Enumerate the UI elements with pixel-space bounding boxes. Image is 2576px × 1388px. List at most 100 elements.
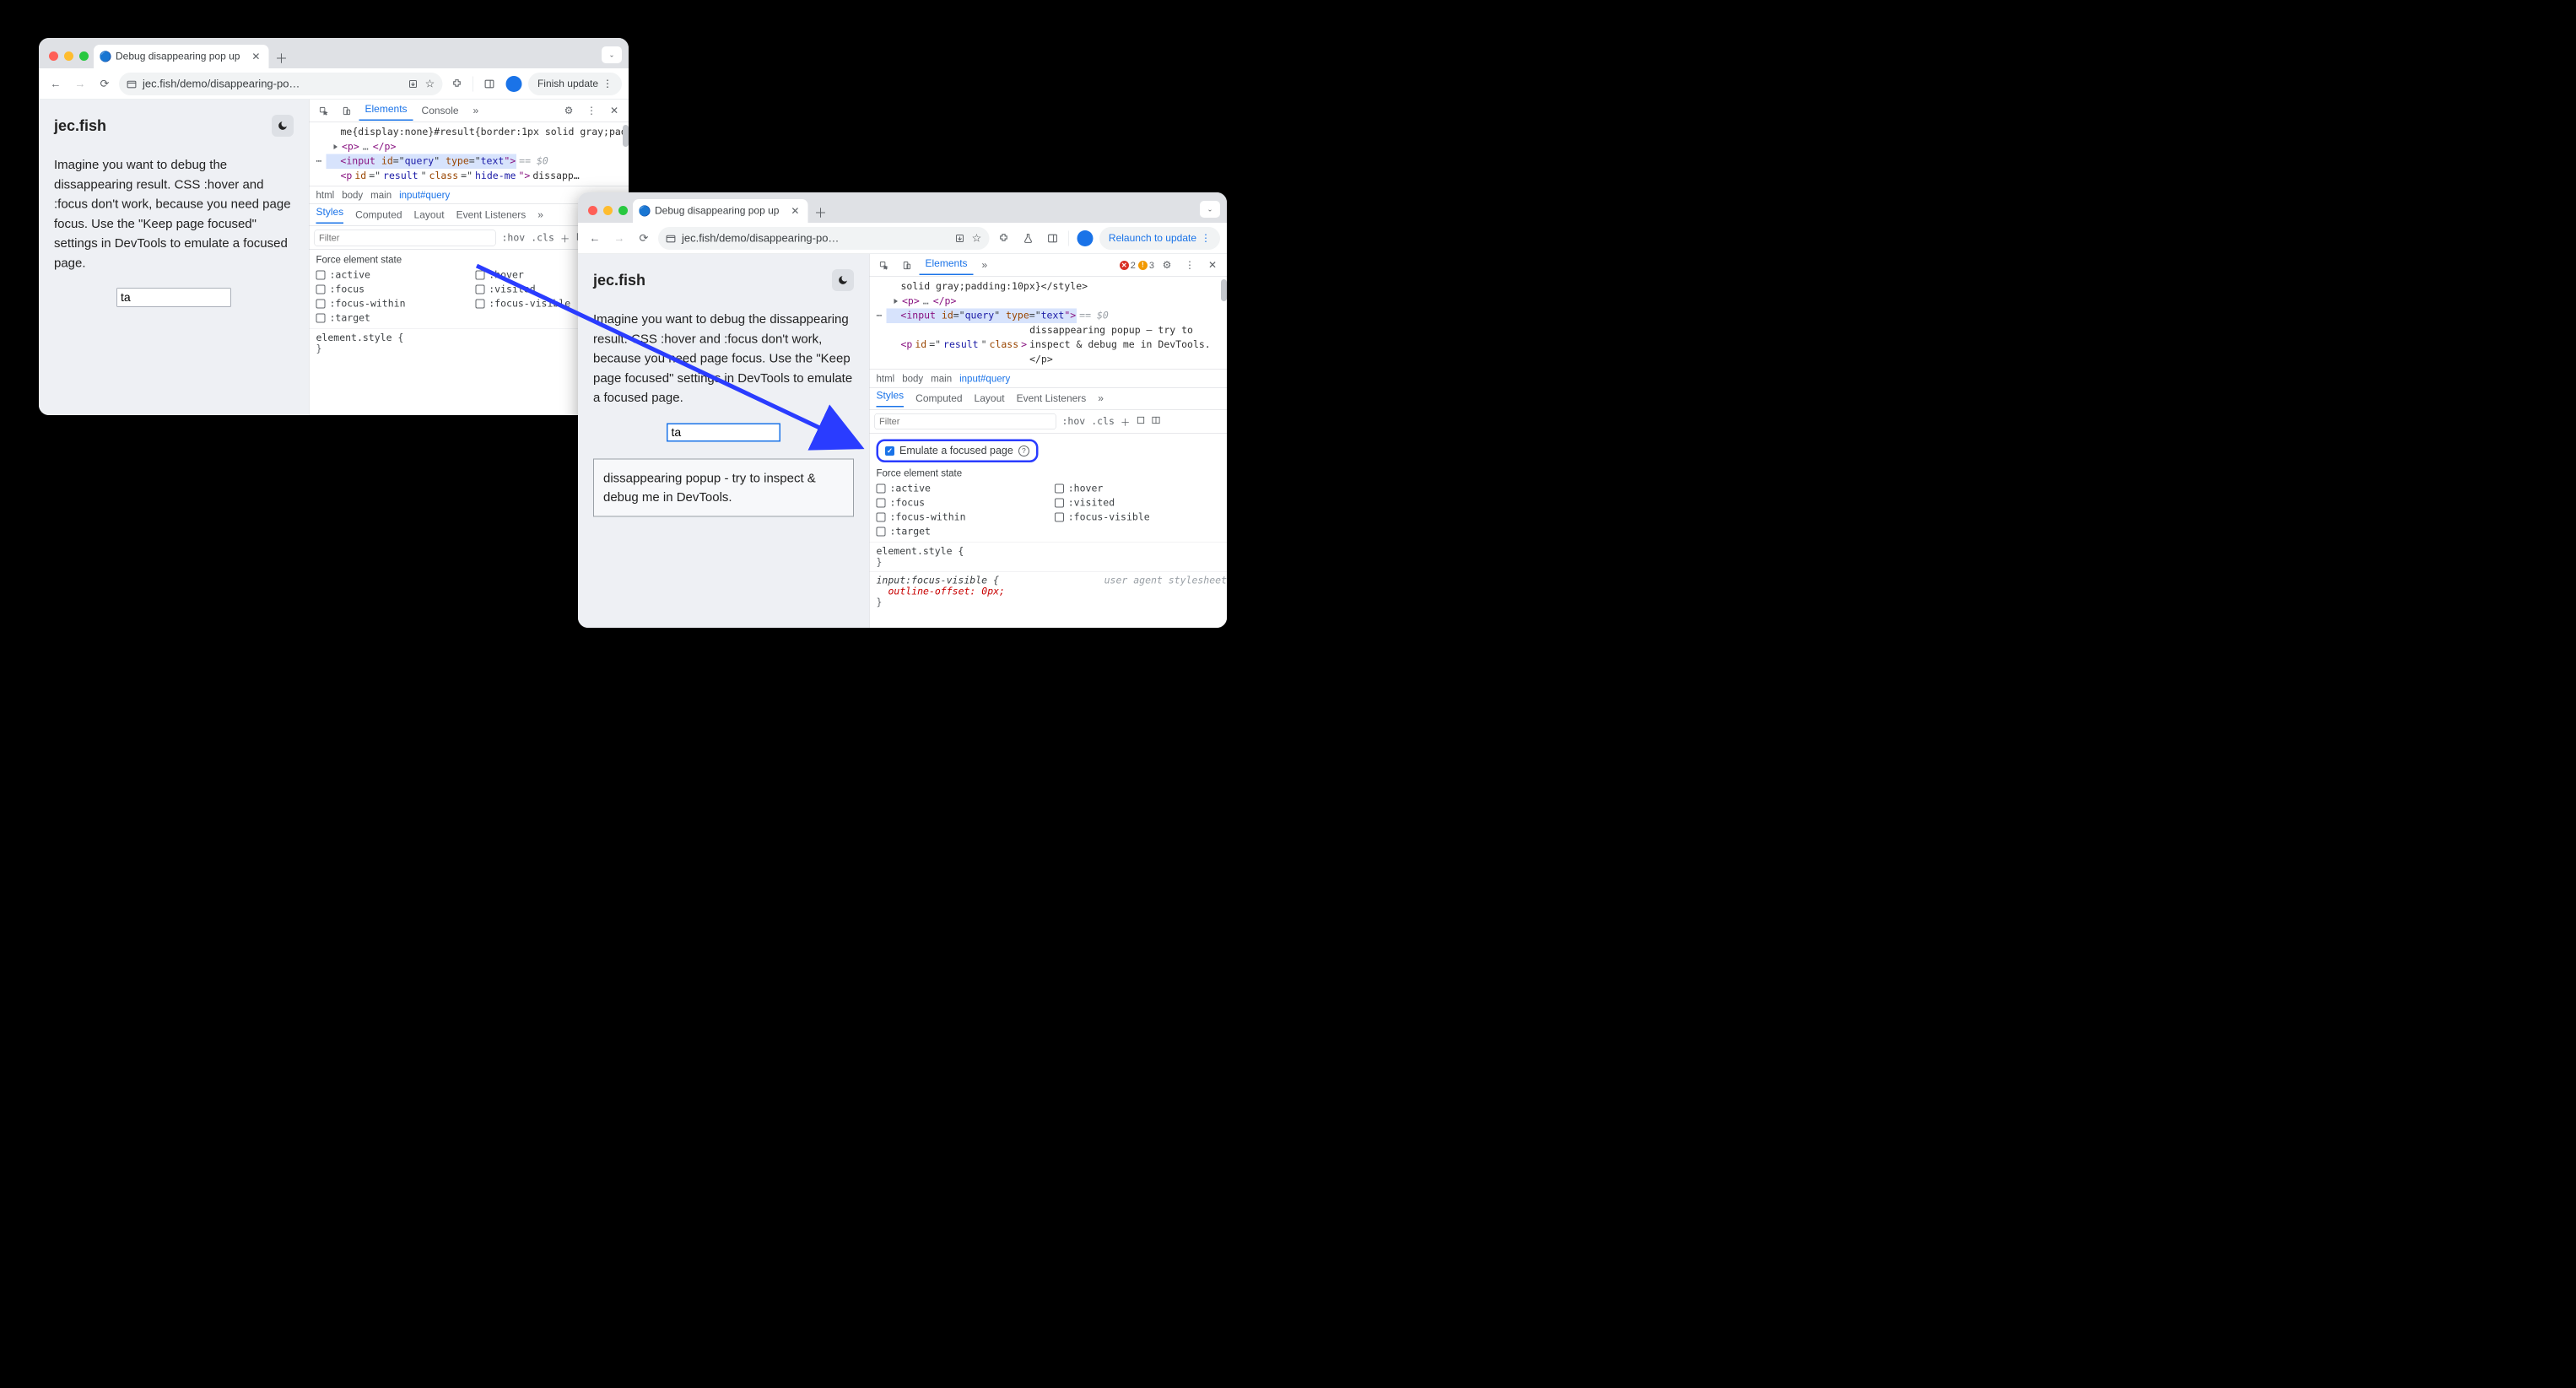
cls-toggle[interactable]: .cls xyxy=(531,232,554,243)
checkbox-icon[interactable] xyxy=(316,314,326,323)
subtab-styles[interactable]: Styles xyxy=(877,390,905,408)
minimize-window-icon[interactable] xyxy=(603,206,613,215)
subtab-more-icon[interactable]: » xyxy=(1098,392,1104,404)
close-tab-icon[interactable]: ✕ xyxy=(250,51,262,62)
dom-line[interactable]: <p id="result" class>dissappearing popup… xyxy=(876,323,1222,367)
style-rule-element[interactable]: element.style { } xyxy=(870,543,1228,572)
close-devtools-icon[interactable]: ✕ xyxy=(604,100,624,121)
error-badge[interactable]: ✕2 xyxy=(1120,260,1136,271)
style-rule-ua[interactable]: user agent stylesheet input:focus-visibl… xyxy=(870,571,1228,612)
scrollbar-thumb[interactable] xyxy=(623,125,629,147)
inspect-icon[interactable] xyxy=(874,255,894,275)
new-rule-icon[interactable]: ＋ xyxy=(560,230,570,245)
crumb-current[interactable]: input#query xyxy=(959,373,1010,385)
state-active[interactable]: :active xyxy=(877,483,1042,494)
computed-toggle-icon[interactable] xyxy=(1136,415,1145,427)
bookmark-icon[interactable]: ☆ xyxy=(970,232,982,244)
state-focus[interactable]: :focus xyxy=(316,284,463,295)
device-icon[interactable] xyxy=(897,255,917,275)
forward-button[interactable]: → xyxy=(70,73,90,94)
dom-tree[interactable]: solid gray;padding:10px}</style> <p> … <… xyxy=(870,277,1228,370)
state-active[interactable]: :active xyxy=(316,270,463,281)
state-visited[interactable]: :visited xyxy=(1055,498,1220,509)
update-chip[interactable]: Relaunch to update ⋮ xyxy=(1099,227,1220,250)
close-tab-icon[interactable]: ✕ xyxy=(789,205,801,217)
styles-filter-input[interactable] xyxy=(315,230,496,246)
subtab-styles[interactable]: Styles xyxy=(316,207,344,224)
reload-button[interactable]: ⟳ xyxy=(95,73,115,94)
tab-console[interactable]: Console xyxy=(416,102,465,119)
install-app-icon[interactable] xyxy=(953,232,965,244)
crumb[interactable]: main xyxy=(370,189,392,201)
query-input[interactable] xyxy=(667,423,780,441)
labs-icon[interactable] xyxy=(1018,228,1038,248)
subtab-layout[interactable]: Layout xyxy=(975,392,1005,404)
new-tab-button[interactable]: ＋ xyxy=(270,46,292,68)
profile-icon[interactable] xyxy=(504,73,524,94)
query-input[interactable] xyxy=(117,289,231,307)
styles-filter-input[interactable] xyxy=(875,413,1056,429)
reload-button[interactable]: ⟳ xyxy=(634,228,654,248)
checkbox-checked-icon[interactable] xyxy=(885,446,894,456)
back-button[interactable]: ← xyxy=(46,73,66,94)
tab-list-button[interactable]: ⌄ xyxy=(602,46,622,63)
checkbox-icon[interactable] xyxy=(1055,513,1064,522)
disclosure-triangle-icon[interactable] xyxy=(894,299,899,304)
kebab-icon[interactable]: ⋮ xyxy=(1180,255,1200,275)
checkbox-icon[interactable] xyxy=(475,300,484,309)
warning-badge[interactable]: !3 xyxy=(1138,260,1154,271)
state-focus-within[interactable]: :focus-within xyxy=(316,299,463,310)
dom-line[interactable]: <p id="result" class="hide-me">dissapp… xyxy=(316,169,624,183)
checkbox-icon[interactable] xyxy=(877,527,886,537)
crumb[interactable]: body xyxy=(342,189,363,201)
bookmark-icon[interactable]: ☆ xyxy=(424,78,435,89)
address-bar[interactable]: jec.fish/demo/disappearing-po… ☆ xyxy=(119,73,442,95)
checkbox-icon[interactable] xyxy=(877,499,886,508)
maximize-window-icon[interactable] xyxy=(618,206,628,215)
dom-line[interactable]: <p> … </p> xyxy=(316,139,624,154)
kebab-icon[interactable]: ⋮ xyxy=(581,100,602,121)
subtab-more-icon[interactable]: » xyxy=(537,209,543,221)
sidepanel-icon[interactable] xyxy=(479,73,500,94)
state-focus-within[interactable]: :focus-within xyxy=(877,512,1042,523)
checkbox-icon[interactable] xyxy=(877,513,886,522)
update-chip[interactable]: Finish update ⋮ xyxy=(528,73,622,95)
close-window-icon[interactable] xyxy=(49,51,58,61)
tab-list-button[interactable]: ⌄ xyxy=(1200,201,1220,218)
emulate-focused-page-option[interactable]: Emulate a focused page ? xyxy=(877,440,1039,463)
site-info-icon[interactable] xyxy=(665,232,677,244)
extensions-icon[interactable] xyxy=(446,73,467,94)
extensions-icon[interactable] xyxy=(993,228,1013,248)
inspect-icon[interactable] xyxy=(314,100,334,121)
browser-tab[interactable]: 🔵 Debug disappearing pop up ✕ xyxy=(633,199,807,223)
forward-button[interactable]: → xyxy=(609,228,629,248)
minimize-window-icon[interactable] xyxy=(64,51,73,61)
profile-icon[interactable] xyxy=(1075,228,1095,248)
tab-elements[interactable]: Elements xyxy=(920,256,974,276)
breadcrumb[interactable]: html body main input#query xyxy=(870,370,1228,388)
maximize-window-icon[interactable] xyxy=(79,51,89,61)
checkbox-icon[interactable] xyxy=(316,285,326,294)
state-target[interactable]: :target xyxy=(316,313,463,324)
subtab-computed[interactable]: Computed xyxy=(915,392,962,404)
tab-more-icon[interactable]: » xyxy=(976,257,994,273)
close-window-icon[interactable] xyxy=(588,206,597,215)
install-app-icon[interactable] xyxy=(407,78,419,89)
layout-overlay-icon[interactable] xyxy=(1151,415,1160,427)
new-tab-button[interactable]: ＋ xyxy=(809,201,831,223)
crumb[interactable]: main xyxy=(931,373,952,385)
sidepanel-icon[interactable] xyxy=(1042,228,1062,248)
cls-toggle[interactable]: .cls xyxy=(1091,416,1115,427)
tab-elements[interactable]: Elements xyxy=(359,101,413,122)
help-icon[interactable]: ? xyxy=(1018,446,1029,456)
state-focus[interactable]: :focus xyxy=(877,498,1042,509)
checkbox-icon[interactable] xyxy=(316,271,326,280)
gear-icon[interactable]: ⚙ xyxy=(559,100,579,121)
crumb[interactable]: html xyxy=(316,189,335,201)
close-devtools-icon[interactable]: ✕ xyxy=(1202,255,1223,275)
hov-toggle[interactable]: :hov xyxy=(1062,416,1086,427)
checkbox-icon[interactable] xyxy=(475,285,484,294)
dom-line-selected[interactable]: ⋯ <input id="query" type="text"> == $0 xyxy=(876,309,1222,323)
checkbox-icon[interactable] xyxy=(877,484,886,494)
dom-line[interactable]: <p> … </p> xyxy=(876,294,1222,308)
